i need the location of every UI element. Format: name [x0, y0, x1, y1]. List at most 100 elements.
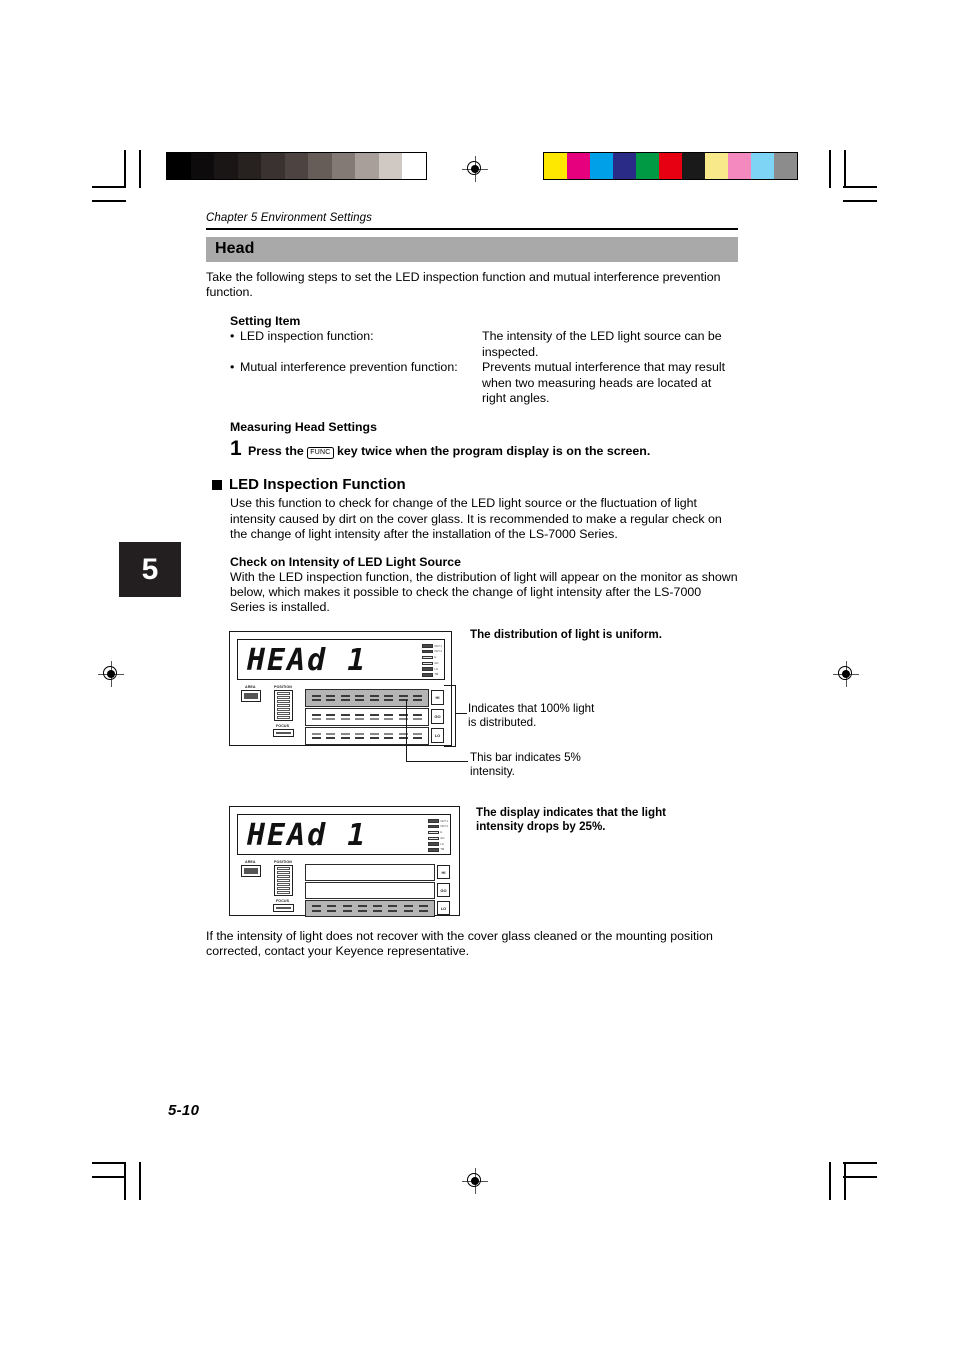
grayscale-calibration-bar: [166, 152, 427, 180]
led-inspection-body: Use this function to check for change of…: [230, 496, 722, 542]
area-indicator-2: [241, 865, 261, 877]
device-illustration-1: HEAd 1 OUT 1 OUT 2 H GO LO TM AREA POSIT…: [229, 631, 452, 746]
position-label-1: POSITION: [274, 685, 292, 689]
figure1-bracket-bottom: [444, 746, 456, 748]
figure1-bracket-top: [444, 685, 456, 687]
led-indicator: OUT 1: [422, 644, 442, 648]
color-swatch-10: [774, 153, 797, 179]
color-swatch-1: [567, 153, 590, 179]
area-label-1: AREA: [245, 685, 256, 689]
device-display-2: HEAd 1 OUT 1 OUT 2 H GO LO TM: [237, 814, 451, 855]
led-indicator: OUT 2: [422, 650, 442, 654]
grayscale-swatch-8: [355, 153, 379, 179]
focus-indicator-1: [273, 729, 294, 737]
device-display-1: HEAd 1 OUT 1 OUT 2 H GO LO TM: [237, 639, 445, 680]
figure1-bar-leader-horizontal: [406, 761, 468, 763]
area-indicator-1: [241, 690, 261, 702]
bar-row-lo-1: [305, 727, 429, 745]
led-inspection-sub-body: With the LED inspection function, the di…: [230, 569, 738, 615]
led-indicator: GO: [428, 836, 448, 841]
color-swatch-3: [613, 153, 636, 179]
header-rule: [206, 228, 738, 230]
figure1-callout-title: The distribution of light is uniform.: [470, 628, 662, 641]
crop-mark-top-left-h2: [92, 200, 126, 202]
crop-mark-bottom-right-v2: [844, 1162, 846, 1200]
registration-mark-left: [98, 661, 124, 687]
judge-lo-1: LO: [431, 728, 444, 743]
color-calibration-bar: [543, 152, 798, 180]
crop-mark-bottom-right-v: [829, 1162, 831, 1200]
grayscale-swatch-6: [308, 153, 332, 179]
led-inspection-heading: LED Inspection Function: [229, 476, 406, 494]
crop-mark-bottom-right-h2: [843, 1176, 877, 1178]
crop-mark-top-right-v2: [844, 150, 846, 188]
crop-mark-top-left-h: [92, 186, 126, 188]
step-number: 1: [230, 437, 242, 461]
registration-mark-bottom: [462, 1168, 488, 1194]
grayscale-swatch-9: [378, 153, 402, 179]
position-label-2: POSITION: [274, 860, 292, 864]
setting-item-heading: Setting Item: [230, 314, 301, 329]
led-indicator: H: [428, 830, 448, 835]
registration-mark-top: [462, 156, 488, 182]
display-text-1: HEAd 1: [247, 643, 368, 678]
list-bullet: •: [230, 360, 235, 375]
bar-row-go-1: [305, 708, 429, 726]
section-intro: Take the following steps to set the LED …: [206, 269, 721, 299]
crop-mark-bottom-left-v: [124, 1162, 126, 1200]
bar-row-hi-1: [305, 689, 429, 707]
grayscale-swatch-0: [167, 153, 191, 179]
judge-go-1: GO: [431, 709, 444, 724]
figure1-callout-bar: This bar indicates 5% intensity.: [470, 751, 581, 779]
led-indicator: TM: [422, 673, 442, 677]
step-text: Press the FUNC key twice when the progra…: [248, 444, 651, 460]
crop-mark-top-right-h2: [843, 200, 877, 202]
led-inspection-subheading: Check on Intensity of LED Light Source: [230, 554, 461, 569]
setting-item-row: • Mutual interference prevention functio…: [230, 360, 738, 406]
setting-item-description: Prevents mutual interference that may re…: [482, 360, 726, 406]
display-text-2: HEAd 1: [247, 818, 368, 853]
grayscale-swatch-4: [261, 153, 285, 179]
grayscale-swatch-2: [214, 153, 238, 179]
judge-go-2: GO: [437, 883, 450, 897]
figure1-bracket-stem: [455, 713, 467, 715]
led-indicator: OUT 2: [428, 825, 448, 829]
color-swatch-8: [728, 153, 751, 179]
focus-label-2: FOCUS: [276, 899, 290, 903]
func-key-icon: FUNC: [307, 447, 334, 460]
crop-mark-top-right-h: [843, 186, 877, 188]
chapter-tab-number: 5: [141, 552, 159, 586]
setting-item-block: Setting Item • LED inspection function: …: [212, 314, 738, 615]
bar-row-go-2: [305, 882, 435, 899]
step-text-after: key twice when the program display is on…: [336, 444, 651, 459]
color-swatch-9: [751, 153, 774, 179]
crop-mark-bottom-left-v2: [139, 1162, 141, 1200]
judge-hi-2: HI: [437, 865, 450, 879]
grayscale-swatch-10: [402, 153, 426, 179]
led-indicator: OUT 1: [428, 819, 448, 823]
setting-item-row: • LED inspection function: The intensity…: [230, 329, 738, 360]
crop-mark-top-right-v: [829, 150, 831, 188]
crop-mark-top-left-v: [124, 150, 126, 188]
position-indicator-1: [274, 690, 293, 721]
step-text-before: Press the: [248, 444, 304, 459]
color-swatch-4: [636, 153, 659, 179]
judge-hi-1: HI: [431, 690, 444, 705]
page-content: Chapter 5 Environment Settings Head Take…: [206, 212, 738, 616]
page-number: 5-10: [168, 1102, 200, 1119]
focus-label-1: FOCUS: [276, 724, 290, 728]
indicator-led-stack-1: OUT 1 OUT 2 H GO LO TM: [422, 644, 442, 677]
figure1-callout-bracket: Indicates that 100% light is distributed…: [468, 702, 595, 730]
registration-mark-right: [833, 661, 859, 687]
setting-item-term: Mutual interference prevention function:: [240, 360, 458, 375]
crop-mark-top-left-v2: [139, 150, 141, 188]
figure2-callout-title: The display indicates that the light int…: [476, 806, 667, 834]
focus-indicator-2: [273, 904, 294, 912]
led-inspection-heading-row: LED Inspection Function: [212, 476, 738, 493]
section-title-band: Head: [206, 236, 738, 262]
square-bullet-icon: [212, 479, 222, 490]
grayscale-swatch-1: [190, 153, 214, 179]
color-swatch-2: [590, 153, 613, 179]
judge-lo-2: LO: [437, 901, 450, 915]
color-swatch-7: [705, 153, 728, 179]
